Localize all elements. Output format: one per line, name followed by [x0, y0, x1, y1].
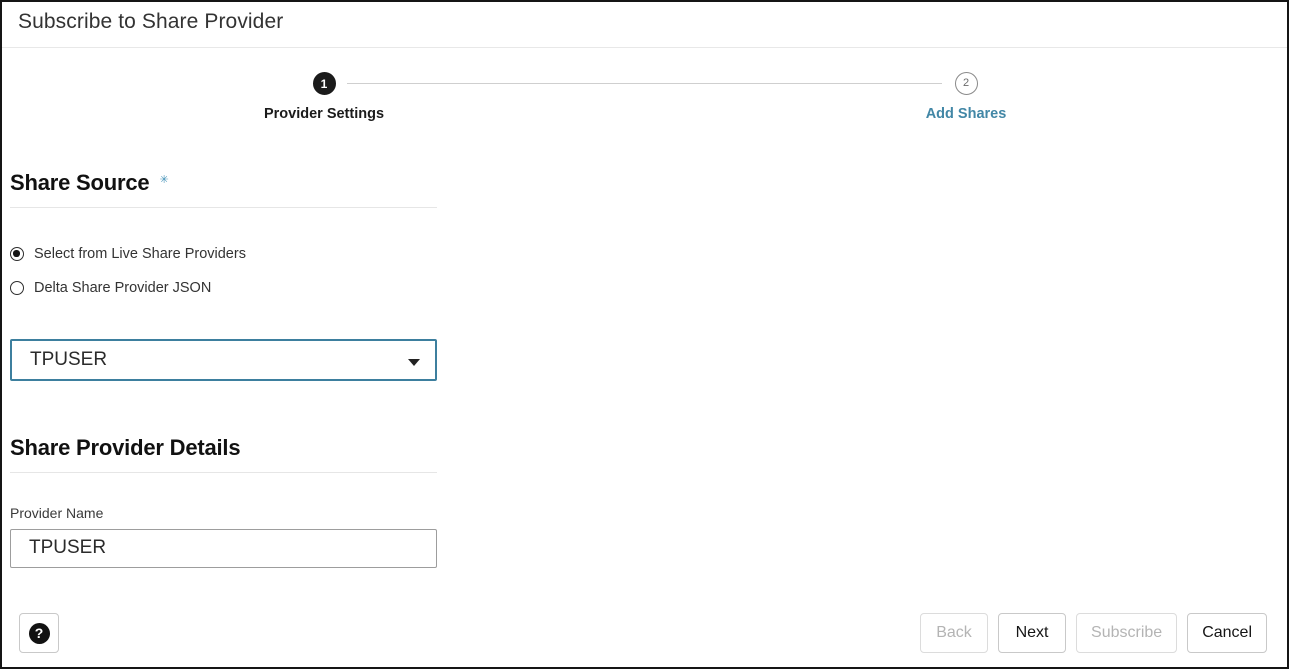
subscribe-share-provider-dialog: Subscribe to Share Provider 1 Provider S… [0, 0, 1289, 669]
provider-name-value: TPUSER [29, 537, 107, 558]
back-button[interactable]: Back [920, 613, 989, 653]
radio-option-delta-share-json[interactable]: Delta Share Provider JSON [10, 280, 211, 296]
step-2-label: Add Shares [925, 106, 1007, 122]
provider-name-input[interactable]: TPUSER [10, 529, 437, 568]
step-2-circle: 2 [954, 72, 978, 95]
help-button[interactable]: ? [19, 613, 59, 653]
stepper-step-provider-settings[interactable]: 1 Provider Settings [224, 72, 424, 122]
stepper-step-add-shares[interactable]: 2 Add Shares [866, 72, 1066, 122]
stepper-connector-line [347, 83, 942, 84]
share-provider-select-value: TPUSER [30, 349, 108, 370]
share-provider-select[interactable]: TPUSER [10, 339, 437, 381]
step-1-label: Provider Settings [263, 106, 385, 122]
share-provider-details-heading: Share Provider Details [10, 435, 241, 461]
cancel-button[interactable]: Cancel [1187, 613, 1267, 653]
dialog-titlebar: Subscribe to Share Provider [2, 2, 1287, 48]
provider-name-label: Provider Name [10, 505, 104, 521]
footer-button-group: Back Next Subscribe Cancel [920, 613, 1267, 653]
share-provider-details-divider [10, 472, 437, 473]
required-asterisk-icon: ✳ [159, 174, 169, 186]
help-icon: ? [28, 622, 50, 644]
share-provider-details-heading-text: Share Provider Details [10, 435, 241, 460]
next-button[interactable]: Next [998, 613, 1067, 653]
wizard-stepper: 1 Provider Settings 2 Add Shares [2, 48, 1287, 138]
share-source-heading: Share Source ✳ [10, 170, 169, 196]
dialog-footer: ? Back Next Subscribe Cancel [2, 601, 1287, 667]
radio-live-share-providers-label: Select from Live Share Providers [34, 246, 246, 262]
subscribe-button[interactable]: Subscribe [1076, 613, 1178, 653]
radio-delta-share-json-icon[interactable] [10, 281, 24, 295]
radio-option-live-share-providers[interactable]: Select from Live Share Providers [10, 246, 246, 262]
radio-delta-share-json-label: Delta Share Provider JSON [34, 280, 212, 296]
share-source-divider [10, 207, 437, 208]
radio-live-share-providers-icon[interactable] [10, 247, 24, 261]
chevron-down-icon[interactable] [408, 359, 420, 366]
step-1-circle: 1 [312, 72, 336, 95]
page-title: Subscribe to Share Provider [18, 10, 284, 33]
share-source-heading-text: Share Source [10, 170, 150, 195]
